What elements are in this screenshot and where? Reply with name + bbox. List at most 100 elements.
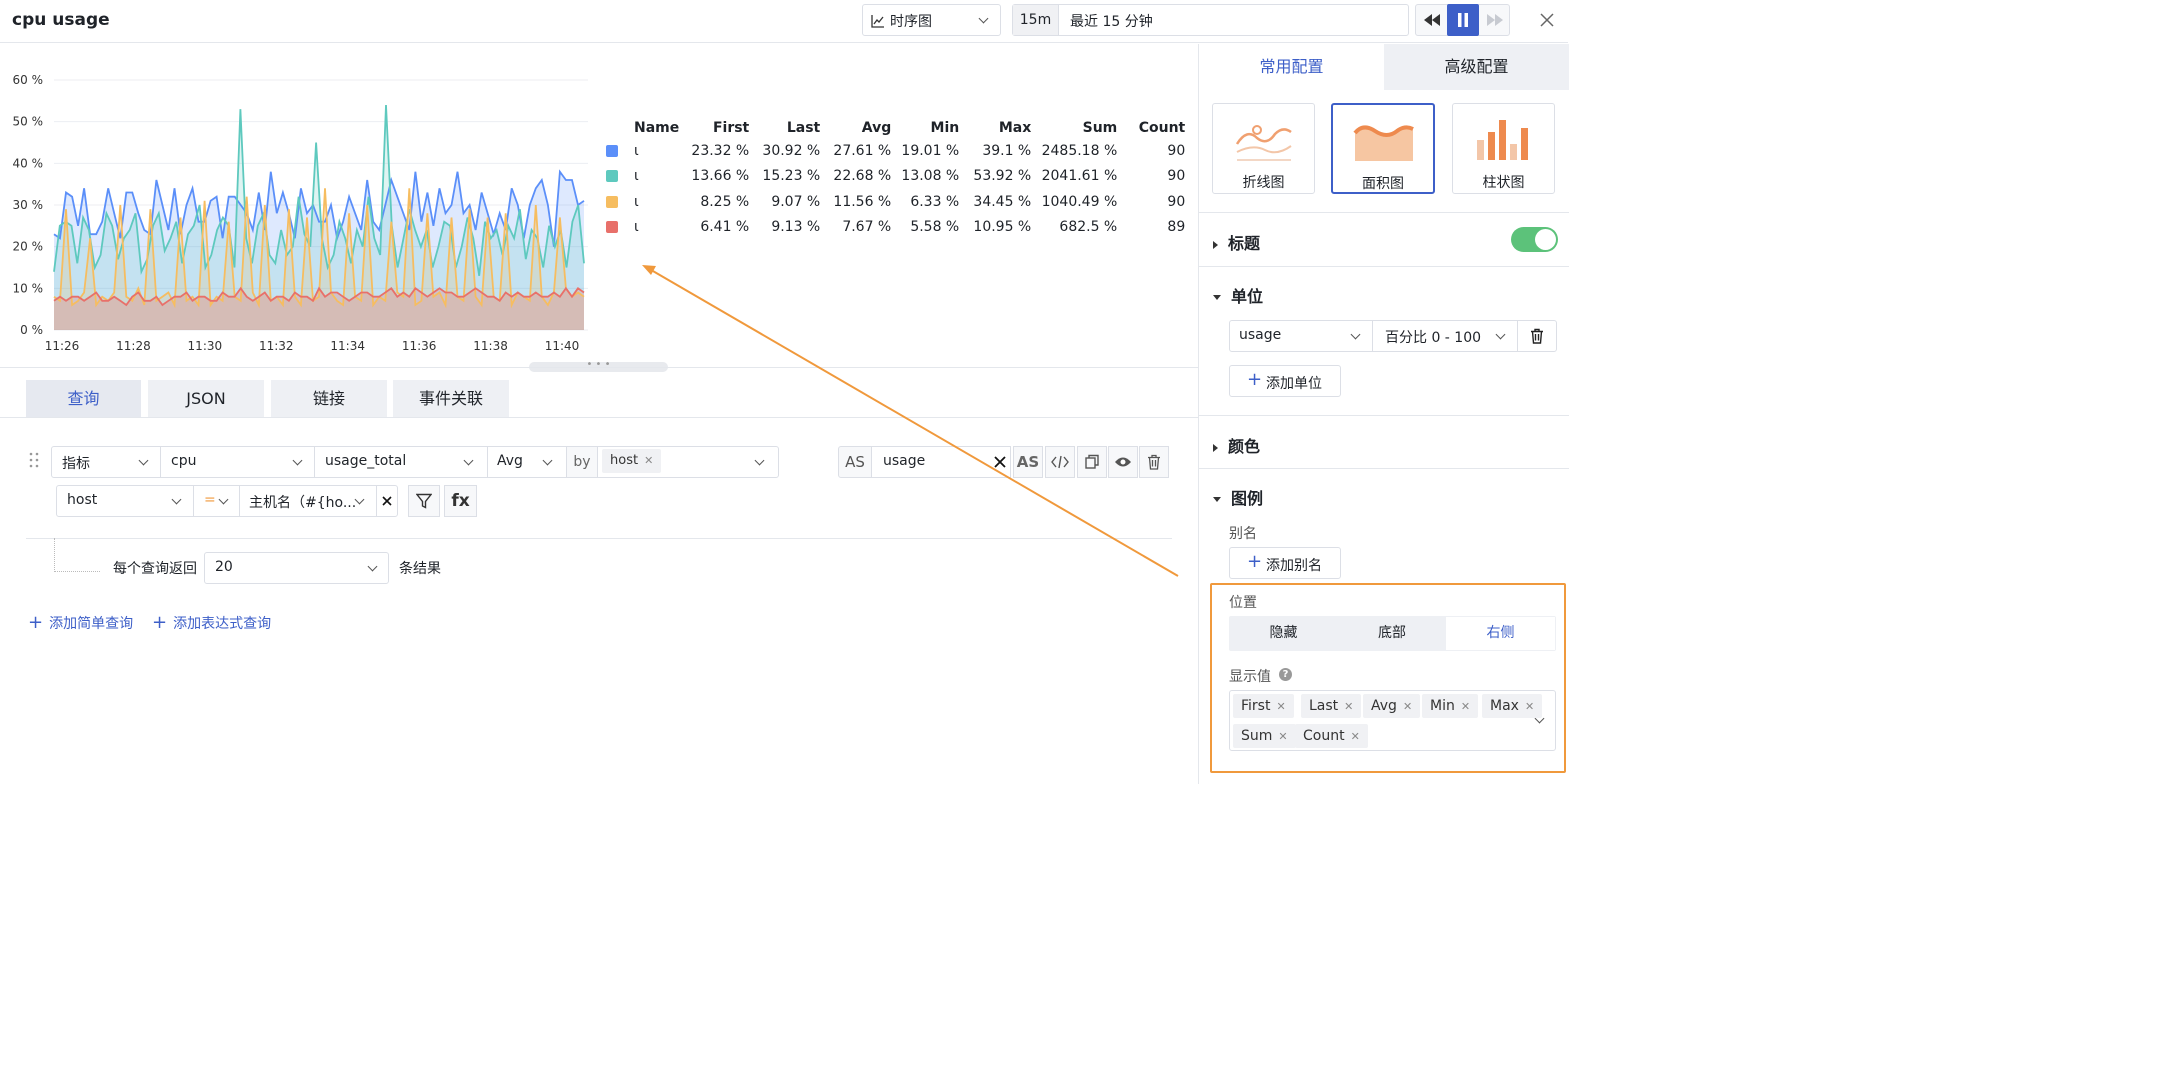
tab-query[interactable]: 查询	[26, 380, 141, 417]
group-by-tag: host ✕	[602, 449, 662, 473]
unit-field-select[interactable]: usage	[1229, 320, 1373, 352]
line-chart-icon	[1235, 125, 1292, 161]
legend-row[interactable]: ι 6.41 % 9.13 % 7.67 % 5.58 % 10.95 % 682.5 % 8…	[606, 215, 1185, 241]
source-select[interactable]: 指标	[51, 446, 161, 478]
chart-type-bar-card[interactable]: 柱状图	[1452, 103, 1555, 194]
close-icon[interactable]: ✕	[1461, 700, 1470, 713]
position-hidden[interactable]: 隐藏	[1229, 616, 1338, 651]
code-button[interactable]	[1045, 446, 1075, 478]
as-button[interactable]: AS	[1013, 446, 1043, 478]
close-icon[interactable]: ✕	[1276, 700, 1285, 713]
legend-row[interactable]: ι 8.25 % 9.07 % 11.56 % 6.33 % 34.45 % 1040.49…	[606, 189, 1185, 215]
field-select[interactable]: usage_total	[314, 446, 488, 478]
tab-link[interactable]: 链接	[271, 380, 387, 417]
unit-value-select[interactable]: 百分比 0 - 100	[1372, 320, 1518, 352]
forward-button[interactable]	[1479, 5, 1510, 35]
pause-icon	[1458, 13, 1468, 27]
position-label: 位置	[1229, 595, 1257, 611]
position-right[interactable]: 右侧	[1446, 617, 1555, 650]
chevron-down-icon	[171, 494, 182, 505]
clear-icon[interactable]	[993, 455, 1007, 469]
close-icon[interactable]: ✕	[1525, 700, 1534, 713]
measurement-select[interactable]: cpu	[160, 446, 315, 478]
legend-col-sum: Sum	[1082, 119, 1118, 136]
function-button[interactable]: fx	[444, 485, 477, 517]
legend-row[interactable]: ι 23.32 % 30.92 % 27.61 % 19.01 % 39.1 % 2485.…	[606, 138, 1185, 164]
filter-value-select[interactable]: 主机名（#{ho...	[239, 485, 377, 517]
display-value-tag: First ✕	[1233, 694, 1294, 718]
pause-button[interactable]	[1447, 4, 1479, 36]
rewind-button[interactable]	[1416, 5, 1447, 35]
x-tick-label: 11:34	[330, 339, 365, 353]
tab-event-correlation[interactable]: 事件关联	[393, 380, 509, 417]
title-section-header[interactable]: 标题	[1213, 230, 1260, 254]
filter-key-select[interactable]: host	[56, 485, 194, 517]
display-value-tag: Count ✕	[1295, 724, 1368, 748]
legend-series-name: ι	[634, 219, 639, 236]
color-section-label: 颜色	[1228, 437, 1261, 456]
unit-value: 百分比 0 - 100	[1385, 330, 1482, 346]
aggregation-select[interactable]: Avg	[487, 446, 567, 478]
filter-remove-button[interactable]	[376, 485, 398, 517]
chart-type-select[interactable]: 时序图	[862, 4, 1001, 36]
chart-type-line-card[interactable]: 折线图	[1212, 103, 1315, 194]
legend-count-value: 90	[1167, 168, 1186, 185]
plus-icon: +	[1247, 369, 1263, 390]
close-icon[interactable]: ✕	[1278, 730, 1287, 743]
config-panel: 常用配置 高级配置 折线图 面积图 柱状图 标题 单位 usage 百分比 0 …	[1198, 44, 1569, 784]
legend-first-value: 6.41 %	[700, 219, 750, 236]
legend-header-row: Name First Last Avg Min Max Sum Count	[606, 117, 1185, 138]
add-unit-button[interactable]: + 添加单位	[1229, 365, 1341, 397]
display-values-select[interactable]: First ✕ Last ✕ Avg ✕ Min ✕ Max ✕ Sum ✕ Count ✕	[1229, 690, 1556, 751]
close-icon[interactable]: ✕	[1344, 700, 1353, 713]
trash-icon	[1148, 454, 1160, 470]
legend-count-value: 90	[1167, 193, 1186, 210]
filter-operator-select[interactable]: =	[193, 485, 240, 517]
close-icon[interactable]: ✕	[644, 454, 653, 467]
position-bottom[interactable]: 底部	[1338, 616, 1446, 651]
chevron-down-icon	[367, 561, 378, 572]
add-expression-query-link[interactable]: + 添加表达式查询	[152, 612, 271, 633]
delete-button[interactable]	[1139, 446, 1169, 478]
legend-avg-value: 7.67 %	[842, 219, 892, 236]
legend-series-name: ι	[634, 142, 639, 159]
display-value-tag: Last ✕	[1301, 694, 1362, 718]
chart-type-area-card[interactable]: 面积图	[1331, 103, 1435, 194]
filter-operator-value: =	[204, 492, 216, 508]
playback-controls	[1415, 4, 1510, 36]
bar-chart-icon	[1477, 120, 1528, 160]
filter-key-value: host	[67, 492, 98, 508]
close-icon	[382, 496, 392, 506]
copy-button[interactable]	[1077, 446, 1107, 478]
legend-row[interactable]: ι 13.66 % 15.23 % 22.68 % 13.08 % 53.92 % 2041…	[606, 164, 1185, 190]
legend-last-value: 9.13 %	[771, 219, 821, 236]
chevron-down-icon	[978, 13, 989, 24]
time-range-picker[interactable]: 15m 最近 15 分钟	[1012, 4, 1409, 36]
tab-json[interactable]: JSON	[148, 380, 264, 417]
legend-section-header[interactable]: 图例	[1213, 485, 1263, 509]
eye-icon	[1115, 457, 1131, 467]
tab-common-config[interactable]: 常用配置	[1199, 44, 1384, 90]
time-short-badge: 15m	[1013, 5, 1059, 35]
x-tick-label: 11:36	[402, 339, 437, 353]
group-by-select[interactable]: host ✕	[597, 446, 779, 478]
add-alias-button[interactable]: + 添加别名	[1229, 547, 1341, 579]
close-icon[interactable]: ✕	[1351, 730, 1360, 743]
y-tick-label: 10 %	[13, 281, 44, 295]
drag-handle-icon[interactable]	[29, 452, 39, 468]
visibility-button[interactable]	[1108, 446, 1138, 478]
filter-button[interactable]	[408, 485, 440, 517]
add-simple-query-link[interactable]: + 添加简单查询	[28, 612, 133, 633]
legend-sum-value: 682.5 %	[1059, 219, 1118, 236]
unit-delete-button[interactable]	[1517, 320, 1557, 352]
rewind-icon	[1423, 14, 1440, 26]
title-toggle[interactable]	[1511, 227, 1558, 252]
help-icon[interactable]: ?	[1279, 668, 1292, 681]
limit-select[interactable]: 20	[204, 552, 389, 584]
tab-advanced-config[interactable]: 高级配置	[1384, 44, 1569, 90]
close-icon[interactable]: ✕	[1403, 700, 1412, 713]
close-icon[interactable]	[1539, 12, 1555, 28]
alias-input[interactable]: usage	[871, 446, 1011, 478]
unit-section-header[interactable]: 单位	[1213, 283, 1263, 307]
color-section-header[interactable]: 颜色	[1213, 433, 1260, 457]
